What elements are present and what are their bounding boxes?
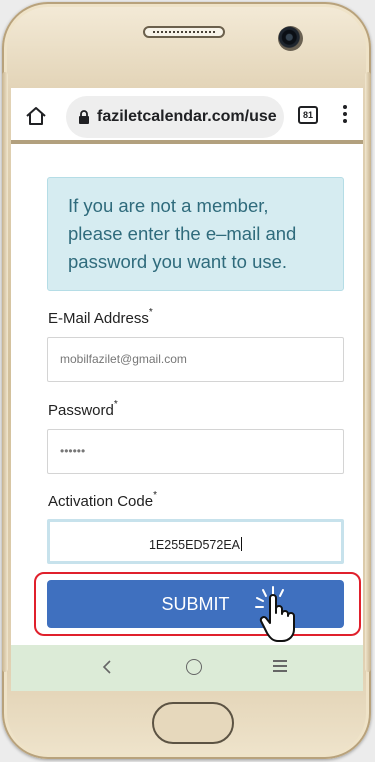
tabs-icon[interactable]: 81 — [298, 106, 318, 124]
system-nav-bar — [11, 645, 363, 691]
physical-home-button — [152, 702, 234, 744]
toolbar-divider — [11, 140, 363, 144]
email-field[interactable]: mobilfazilet@gmail.com — [47, 337, 344, 382]
url-text: faziletcalendar.com/use — [97, 108, 277, 125]
lock-icon — [79, 110, 89, 124]
phone-left-edge — [2, 72, 8, 672]
browser-toolbar: faziletcalendar.com/use 81 — [11, 88, 363, 144]
tap-hand-icon — [255, 586, 295, 642]
recent-apps-icon[interactable] — [273, 660, 287, 672]
address-bar[interactable]: faziletcalendar.com/use — [66, 96, 284, 138]
member-notice: If you are not a member, please enter th… — [47, 177, 344, 291]
password-field[interactable]: •••••• — [47, 429, 344, 474]
home-nav-icon[interactable] — [186, 659, 202, 675]
email-label: E-Mail Address* — [48, 307, 153, 327]
activation-code-field[interactable]: 1E255ED572EA — [47, 519, 344, 564]
phone-right-edge — [365, 72, 371, 672]
activation-label: Activation Code* — [48, 490, 157, 510]
more-vert-icon[interactable] — [341, 105, 349, 127]
phone-frame: faziletcalendar.com/use 81 If you are no… — [2, 2, 371, 759]
earpiece-speaker — [143, 26, 225, 38]
front-camera — [278, 26, 303, 51]
home-icon[interactable] — [25, 106, 47, 126]
password-label: Password* — [48, 399, 118, 419]
back-nav-icon[interactable] — [101, 658, 113, 676]
phone-screen: faziletcalendar.com/use 81 If you are no… — [11, 88, 363, 691]
